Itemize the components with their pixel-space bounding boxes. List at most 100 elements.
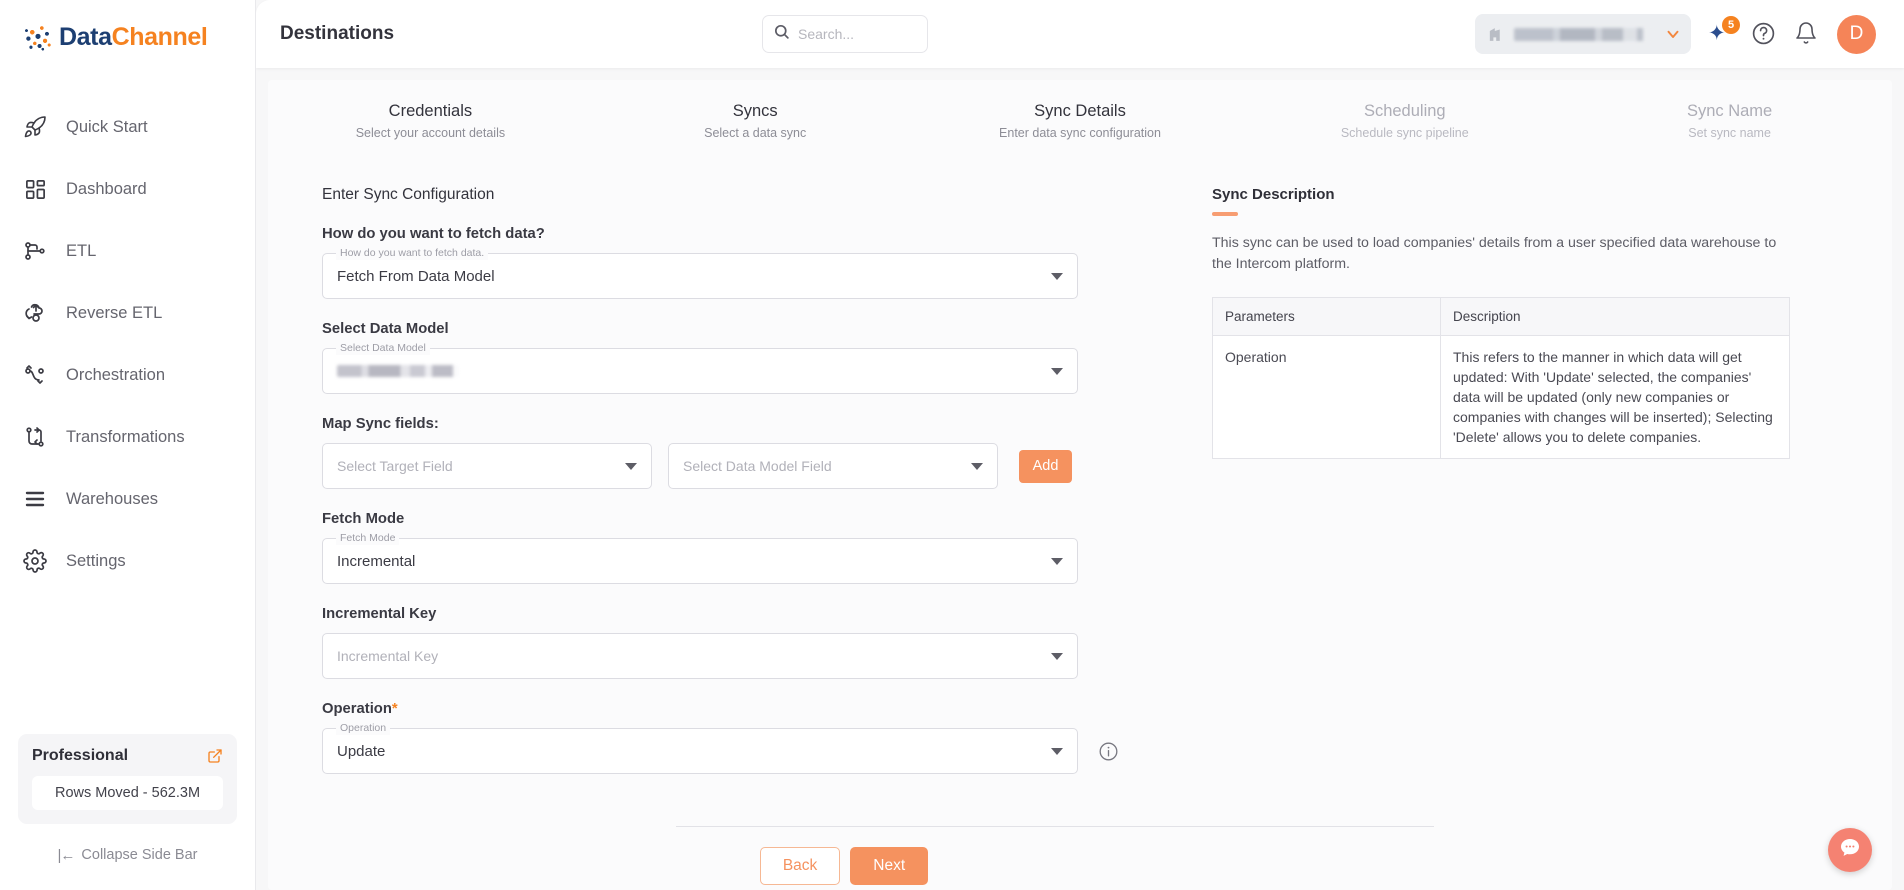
fetch-data-select[interactable]: How do you want to fetch data. Fetch Fro… [322,247,1078,299]
header-actions: ✦ 5 D [1475,14,1876,54]
sidebar-item-orchestration[interactable]: Orchestration [0,344,255,406]
sidebar-item-label: Reverse ETL [66,303,163,322]
external-link-icon[interactable] [207,748,223,764]
fetch-data-float-label: How do you want to fetch data. [336,247,489,260]
rocket-icon [22,114,48,140]
step-subtitle: Select your account details [355,126,506,140]
column-header-description: Description [1440,296,1790,336]
data-model-float-label: Select Data Model [336,342,430,355]
search-input[interactable]: Search... [762,15,928,53]
data-model-label: Select Data Model [322,321,449,337]
step-syncs[interactable]: Syncs Select a data sync [593,102,918,140]
fetch-mode-select[interactable]: Fetch Mode Incremental [322,532,1078,584]
sidebar-item-label: Dashboard [66,179,147,198]
fetch-data-label: How do you want to fetch data? [322,226,545,242]
warehouses-icon [22,486,48,512]
search-icon [773,23,790,45]
target-field-select[interactable]: Select Target Field [322,443,652,489]
search-placeholder: Search... [798,26,855,42]
data-model-field-select[interactable]: Select Data Model Field [668,443,998,489]
sync-description-panel: Sync Description This sync can be used t… [1212,186,1852,796]
title-underline [1212,212,1238,216]
table-header-row: Parameters Description [1212,296,1790,336]
organization-selector[interactable] [1475,14,1691,54]
bell-icon[interactable] [1794,21,1820,47]
etl-icon [22,238,48,264]
fetch-mode-float-label: Fetch Mode [336,532,400,545]
grid-icon [22,176,48,202]
brand-logo[interactable]: DataChannel [0,0,255,74]
operation-select[interactable]: Operation Update [322,722,1078,774]
chevron-down-icon [1664,25,1682,43]
chevron-down-icon [1051,652,1063,660]
sidebar-item-quick-start[interactable]: Quick Start [0,96,255,158]
app-root: DataChannel Quick Start Dashboard ETL Re… [0,0,1904,890]
reverse-etl-icon [22,300,48,326]
sidebar-item-reverse-etl[interactable]: Reverse ETL [0,282,255,344]
required-marker: * [391,701,398,717]
sidebar-item-etl[interactable]: ETL [0,220,255,282]
sidebar-item-dashboard[interactable]: Dashboard [0,158,255,220]
ai-assistant-button[interactable]: ✦ 5 [1708,16,1740,47]
sidebar-item-warehouses[interactable]: Warehouses [0,468,255,530]
chevron-down-icon [625,462,637,470]
datachannel-logo-icon [22,21,54,53]
table-row: Operation This refers to the manner in w… [1212,334,1790,459]
add-mapping-button[interactable]: Add [1019,449,1072,483]
sync-description-title: Sync Description [1212,186,1335,203]
next-button[interactable]: Next [850,847,929,885]
step-sync-details[interactable]: Sync Details Enter data sync configurati… [918,102,1243,140]
operation-label-text: Operation [322,701,392,717]
help-circle-icon[interactable] [1751,21,1777,47]
fetch-mode-label: Fetch Mode [322,511,405,527]
chevron-down-icon [971,462,983,470]
brand-wordmark: DataChannel [59,22,208,52]
step-subtitle: Select a data sync [704,126,807,140]
sync-description-body: This sync can be used to load companies'… [1212,234,1777,272]
sidebar-item-label: Settings [66,551,126,570]
data-model-select[interactable]: Select Data Model [322,342,1078,394]
wizard-body: Enter Sync Configuration How do you want… [268,156,1892,796]
step-title: Credentials [388,102,473,120]
step-credentials[interactable]: Credentials Select your account details [268,102,593,140]
chevron-down-icon [1051,272,1063,280]
parameters-table: Parameters Description Operation This re… [1212,296,1790,459]
sidebar-item-label: Transformations [66,427,185,446]
plan-name: Professional [32,747,129,764]
operation-row: Operation Update [322,722,1182,796]
top-header: Destinations Search... ✦ 5 D [256,0,1904,68]
ai-badge-count: 5 [1722,16,1740,34]
chat-bubble-icon [1838,836,1862,865]
sidebar-item-label: ETL [66,241,97,260]
sidebar-nav: Quick Start Dashboard ETL Reverse ETL Or… [0,96,255,734]
avatar[interactable]: D [1837,14,1876,54]
chat-support-button[interactable] [1828,828,1872,872]
incremental-key-label: Incremental Key [322,606,437,622]
data-model-field-placeholder: Select Data Model Field [683,458,832,474]
sidebar-item-transformations[interactable]: Transformations [0,406,255,468]
step-title: Syncs [732,102,778,120]
brand-name-part1: Data [59,22,112,51]
info-icon[interactable] [1098,741,1119,762]
chevron-down-icon [1051,557,1063,565]
step-sync-name[interactable]: Sync Name Set sync name [1567,102,1892,140]
main-area: Destinations Search... ✦ 5 D Credentials… [256,0,1904,890]
step-scheduling[interactable]: Scheduling Schedule sync pipeline [1242,102,1567,140]
content-card: Credentials Select your account details … [268,80,1892,890]
plan-card: Professional Rows Moved - 562.3M [18,734,237,824]
wizard-stepper: Credentials Select your account details … [268,80,1892,156]
sidebar-item-label: Warehouses [66,489,159,508]
sidebar-item-settings[interactable]: Settings [0,530,255,592]
step-title: Sync Name [1686,102,1773,120]
rows-moved-badge: Rows Moved - 562.3M [32,776,223,810]
map-sync-fields-row: Select Target Field Select Data Model Fi… [322,443,1182,489]
transformations-icon [22,424,48,450]
incremental-key-placeholder: Incremental Key [337,648,439,664]
table-head: Parameters Description [1212,296,1790,336]
step-title: Scheduling [1363,102,1446,120]
collapse-sidebar-button[interactable]: |← Collapse Side Bar [0,832,255,878]
collapse-arrow-icon: |← [57,846,76,864]
cell-description: This refers to the manner in which data … [1440,334,1790,459]
incremental-key-select[interactable]: Incremental Key [322,633,1078,679]
back-button[interactable]: Back [759,847,841,885]
